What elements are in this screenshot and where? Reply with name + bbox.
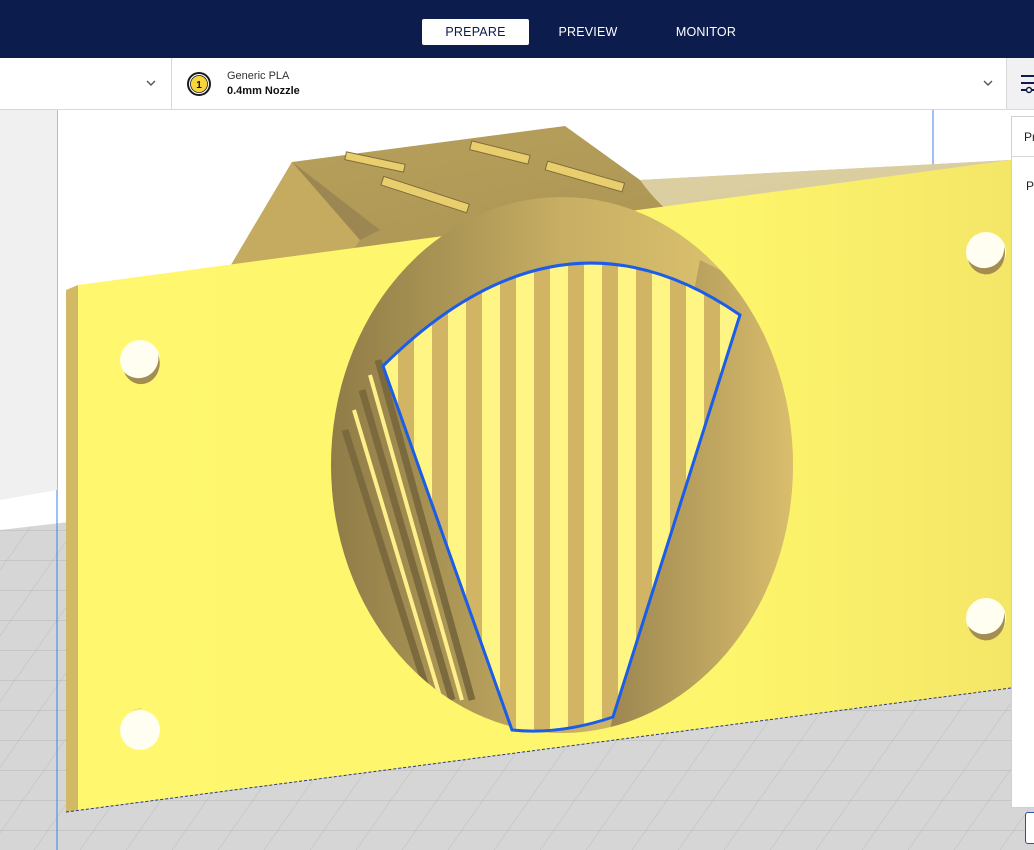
stage-header: PREPARE PREVIEW MONITOR bbox=[0, 0, 1034, 58]
printer-selector[interactable] bbox=[0, 58, 172, 109]
tab-prepare[interactable]: PREPARE bbox=[422, 19, 529, 45]
printer-toolbar: 1 Generic PLA 0.4mm Nozzle bbox=[0, 58, 1034, 110]
scene-render bbox=[0, 110, 1034, 850]
stage-tabs: PREPARE PREVIEW MONITOR bbox=[422, 19, 765, 45]
extruder-badge-icon: 1 bbox=[187, 72, 211, 96]
chevron-down-icon bbox=[983, 80, 993, 86]
print-settings-panel: Pr P bbox=[1011, 116, 1034, 808]
sliders-icon bbox=[1021, 75, 1034, 94]
panel-action-button[interactable] bbox=[1025, 812, 1034, 844]
print-settings-button[interactable] bbox=[1006, 58, 1034, 109]
panel-body-label: P bbox=[1026, 179, 1034, 193]
3d-viewport[interactable] bbox=[0, 110, 1034, 850]
nozzle-name: 0.4mm Nozzle bbox=[227, 85, 300, 97]
material-selector[interactable]: 1 Generic PLA 0.4mm Nozzle bbox=[172, 58, 1006, 109]
tab-preview[interactable]: PREVIEW bbox=[529, 19, 647, 45]
panel-header: Pr bbox=[1012, 117, 1034, 157]
chevron-down-icon bbox=[146, 80, 156, 86]
material-name: Generic PLA bbox=[227, 70, 290, 82]
tab-monitor[interactable]: MONITOR bbox=[647, 19, 765, 45]
extruder-number: 1 bbox=[196, 80, 202, 91]
